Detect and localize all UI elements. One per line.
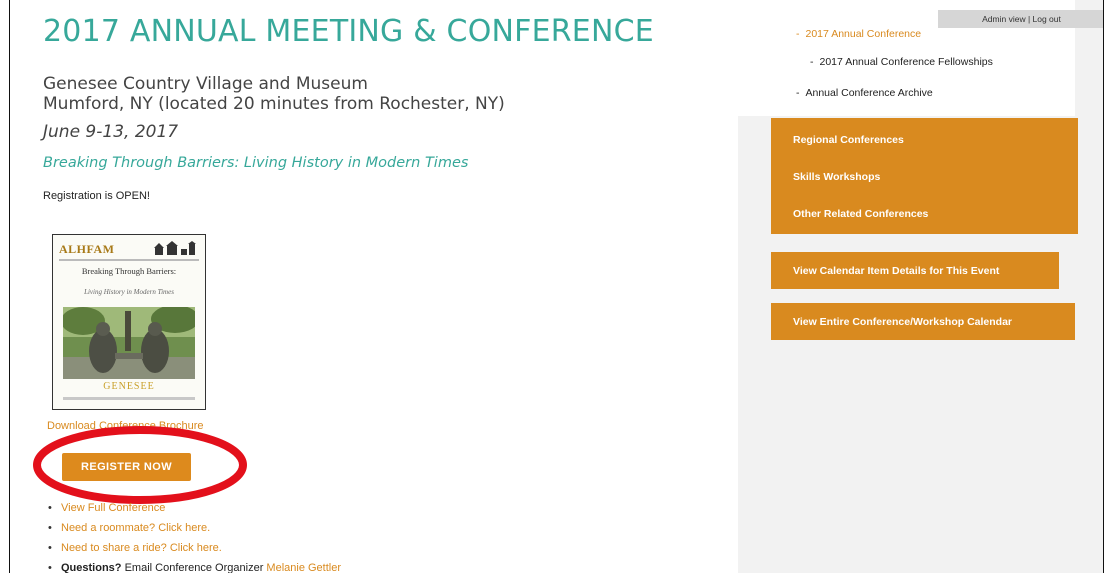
subnav-item-conference-archive[interactable]: - Annual Conference Archive xyxy=(796,87,933,99)
cover-tagline-rule xyxy=(59,259,199,261)
questions-label: Questions? xyxy=(61,562,122,573)
brochure-cover-image[interactable]: ALHFAM Breaking Through Barriers: Living… xyxy=(52,234,206,410)
subnav-item-2017-annual-conference[interactable]: -2017 Annual Conference xyxy=(796,28,921,40)
conference-dates: June 9-13, 2017 xyxy=(43,122,179,142)
questions-text: Email Conference Organizer xyxy=(121,562,267,573)
village-buildings-icon xyxy=(154,241,196,255)
cover-subtitle: Living History in Modern Times xyxy=(84,288,174,296)
list-item[interactable]: • Need a roommate? Click here. xyxy=(48,518,341,538)
subnav-label: Annual Conference Archive xyxy=(805,87,933,99)
conference-theme: Breaking Through Barriers: Living Histor… xyxy=(43,155,469,171)
venue-info: Genesee Country Village and Museum Mumfo… xyxy=(43,74,505,114)
conference-links-list: • View Full Conference • Need a roommate? … xyxy=(48,498,341,573)
dash-icon: - xyxy=(796,87,800,99)
browser-page: 2017 ANNUAL MEETING & CONFERENCE Genesee… xyxy=(9,0,1104,573)
dash-icon: - xyxy=(796,28,800,40)
page-title: 2017 ANNUAL MEETING & CONFERENCE xyxy=(43,14,654,49)
view-full-conference-link[interactable]: View Full Conference xyxy=(61,502,165,514)
subnav-item-fellowships[interactable]: -2017 Annual Conference Fellowships xyxy=(810,56,993,68)
bullet-icon: • xyxy=(48,522,52,534)
bullet-icon: • xyxy=(48,562,52,573)
subnav-label: 2017 Annual Conference xyxy=(805,28,922,40)
organizer-email-link[interactable]: Melanie Gettler xyxy=(266,562,341,573)
bullet-icon: • xyxy=(48,502,52,514)
bullet-icon: • xyxy=(48,542,52,554)
menu-item-regional-conferences[interactable]: Regional Conferences xyxy=(793,134,904,146)
list-item[interactable]: • View Full Conference xyxy=(48,498,341,518)
venue-location: Mumford, NY (located 20 minutes from Roc… xyxy=(43,94,505,114)
menu-item-skills-workshops[interactable]: Skills Workshops xyxy=(793,171,880,183)
cover-brand: ALHFAM xyxy=(59,242,115,256)
download-brochure-link[interactable]: Download Conference Brochure xyxy=(47,420,204,432)
cover-title: Breaking Through Barriers: xyxy=(53,266,205,276)
view-calendar-item-button[interactable]: View Calendar Item Details for This Even… xyxy=(771,252,1059,289)
menu-item-other-conferences[interactable]: Other Related Conferences xyxy=(793,208,928,220)
list-item: • Questions? Email Conference Organizer M… xyxy=(48,558,341,573)
register-now-button[interactable]: REGISTER NOW xyxy=(62,453,191,481)
sidebar: -2017 Annual Conference -2017 Annual Con… xyxy=(738,0,1103,573)
venue-name: Genesee Country Village and Museum xyxy=(43,74,368,94)
list-item[interactable]: • Need to share a ride? Click here. xyxy=(48,538,341,558)
roommate-link[interactable]: Need a roommate? Click here. xyxy=(61,522,210,534)
sidebar-menu: Regional Conferences Skills Workshops Ot… xyxy=(771,118,1078,234)
cover-title-line-1: Breaking Through Barriers: xyxy=(81,266,177,276)
admin-bar[interactable]: Admin view | Log out xyxy=(938,10,1103,28)
main-content: 2017 ANNUAL MEETING & CONFERENCE Genesee… xyxy=(10,0,738,573)
cover-footer-rule xyxy=(63,397,195,400)
share-ride-link[interactable]: Need to share a ride? Click here. xyxy=(61,542,222,554)
subnav-label: 2017 Annual Conference Fellowships xyxy=(819,56,993,68)
view-entire-calendar-button[interactable]: View Entire Conference/Workshop Calendar xyxy=(771,303,1075,340)
registration-status: Registration is OPEN! xyxy=(43,190,150,202)
dash-icon: - xyxy=(810,56,814,68)
cover-photo xyxy=(63,307,195,379)
cover-wordmark: GENESEE xyxy=(103,381,155,392)
